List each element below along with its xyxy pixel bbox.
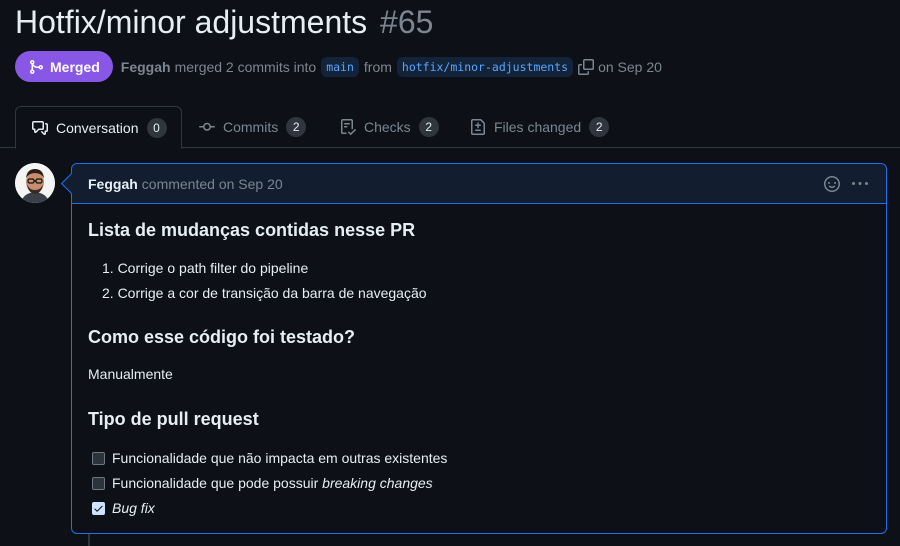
tab-commits-label: Commits (223, 119, 279, 135)
task-checkbox-3[interactable] (92, 502, 105, 515)
pr-tabs: Conversation 0 Commits 2 Checks 2 Files … (0, 106, 900, 149)
changes-heading: Lista de mudanças contidas nesse PR (88, 220, 416, 240)
comment-author[interactable]: Feggah (88, 176, 138, 192)
comment-box: Feggah commented on Sep 20 Lista de muda… (71, 163, 887, 534)
tab-conversation-count: 0 (146, 117, 167, 138)
merge-date: on Sep 20 (598, 58, 662, 75)
task-label-2: Funcionalidade que pode possuir breaking… (112, 475, 433, 491)
smiley-icon[interactable] (824, 176, 840, 195)
changes-list: 1. Corrige o path filter do pipeline 2. … (102, 259, 427, 309)
checklist-icon (341, 119, 356, 135)
pr-number: #65 (380, 4, 434, 40)
tab-commits-count: 2 (286, 117, 307, 137)
task-label-1: Funcionalidade que não impacta em outras… (112, 450, 448, 466)
comment-header: Feggah commented on Sep 20 (72, 164, 886, 204)
task-item-2: Funcionalidade que pode possuir breaking… (92, 475, 447, 500)
merged-text: merged 2 commits into (174, 58, 317, 75)
task-checkbox-2[interactable] (92, 477, 105, 490)
merged-status-label: Merged (50, 58, 100, 75)
tab-conversation[interactable]: Conversation 0 (15, 106, 182, 149)
task-label-3: Bug fix (112, 500, 155, 516)
task-item-3: Bug fix (92, 500, 447, 525)
tab-files-changed[interactable]: Files changed 2 (454, 106, 625, 148)
head-branch-link[interactable]: hotfix/minor-adjustments (396, 56, 574, 77)
tab-files-changed-count: 2 (589, 117, 610, 137)
pr-title: Hotfix/minor adjustments #65 (15, 4, 433, 41)
tested-heading: Como esse código foi testado? (88, 327, 356, 347)
pr-meta: Merged Feggah merged 2 commits into main… (15, 51, 667, 82)
task-list: Funcionalidade que não impacta em outras… (92, 450, 447, 525)
pr-title-text: Hotfix/minor adjustments (15, 4, 368, 40)
comment-discussion-icon (32, 120, 48, 135)
tab-checks[interactable]: Checks 2 (324, 106, 455, 148)
task-checkbox-1[interactable] (92, 452, 105, 465)
tab-commits[interactable]: Commits 2 (183, 106, 322, 148)
git-merge-icon (30, 59, 44, 74)
tab-conversation-label: Conversation (56, 119, 139, 136)
copy-icon[interactable] (578, 58, 595, 75)
pr-author-link[interactable]: Feggah (121, 59, 171, 75)
task-label-2-prefix: Funcionalidade que pode possuir (112, 475, 323, 491)
task-label-2-em: breaking changes (322, 475, 433, 491)
avatar[interactable] (15, 163, 55, 203)
comment-actions (824, 176, 868, 195)
merged-status-badge: Merged (15, 51, 113, 82)
tab-checks-count: 2 (418, 117, 439, 137)
list-item: 1. Corrige o path filter do pipeline (102, 260, 309, 276)
git-commit-icon (199, 122, 215, 131)
from-text: from (363, 58, 392, 75)
base-branch-link[interactable]: main (321, 56, 359, 77)
list-item: 2. Corrige a cor de transição da barra d… (102, 285, 427, 301)
kebab-menu-icon[interactable] (852, 176, 868, 195)
type-heading: Tipo de pull request (88, 409, 259, 429)
comment-meta[interactable]: commented on Sep 20 (142, 176, 283, 192)
tab-checks-label: Checks (364, 119, 411, 135)
tested-text: Manualmente (88, 366, 173, 382)
file-diff-icon (471, 119, 485, 135)
tab-files-changed-label: Files changed (494, 119, 582, 135)
check-icon (94, 505, 103, 512)
task-item-1: Funcionalidade que não impacta em outras… (92, 450, 447, 475)
